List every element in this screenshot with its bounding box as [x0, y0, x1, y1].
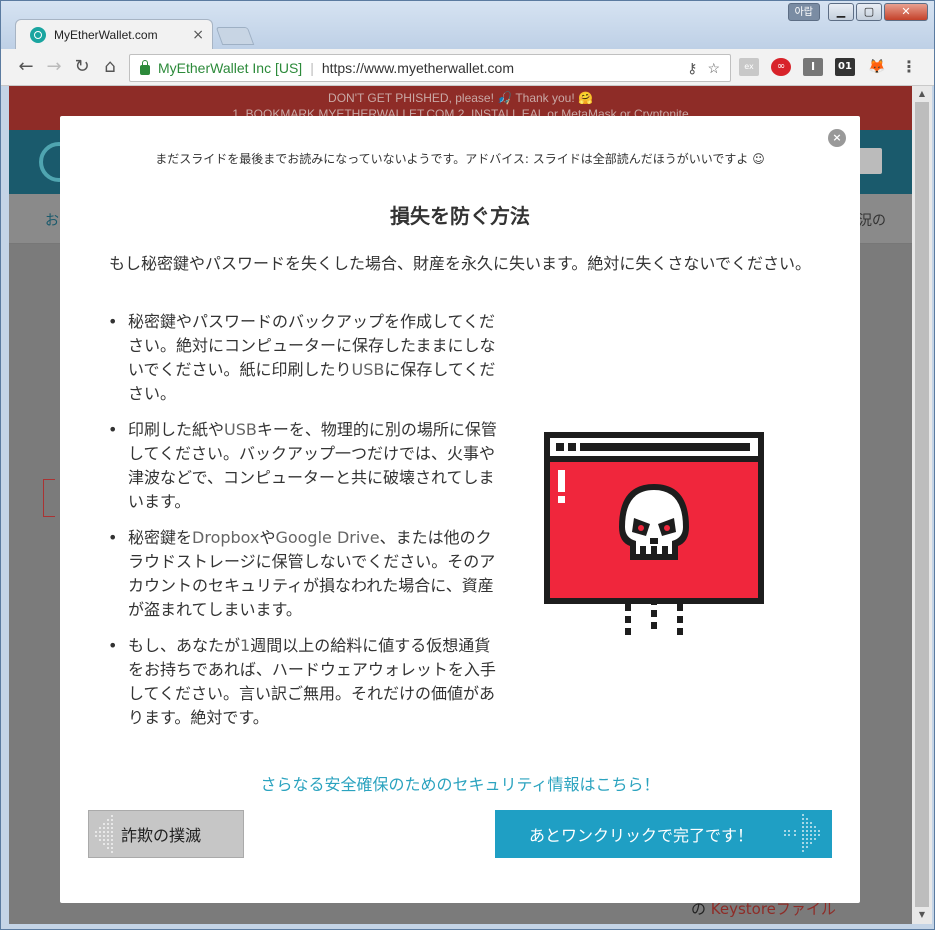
list-item: もし、あなたが1週間以上の給料に値する仮想通貨をお持ちであれば、ハードウェアウォ…	[106, 634, 506, 730]
url-separator: |	[310, 60, 314, 76]
scroll-up-arrow-icon[interactable]: ▲	[915, 87, 929, 101]
browser-tab[interactable]: MyEtherWallet.com ×	[15, 19, 213, 49]
tab-close-icon[interactable]: ×	[192, 27, 204, 43]
list-item: 秘密鍵やパスワードのバックアップを作成してください。絶対にコンピューターに保存し…	[106, 310, 506, 406]
security-info-link[interactable]: さらなる安全確保のためのセキュリティ情報はこちら！	[60, 771, 860, 795]
ex-extension-icon[interactable]: ex	[739, 58, 759, 76]
arrow-left-deco-icon	[95, 815, 113, 853]
i-extension-icon[interactable]: I	[803, 58, 823, 76]
browser-window: 아랍 ▁ ▢ ✕ MyEtherWallet.com × ← → ↻ ⌂ MyE…	[0, 0, 935, 930]
maximize-button[interactable]: ▢	[856, 3, 882, 21]
background-input-edge	[43, 479, 55, 517]
language-badge: 아랍	[787, 3, 820, 21]
list-item: 秘密鍵をDropboxやGoogle Drive、または他のクラウドストレージに…	[106, 526, 506, 622]
browser-menu-icon[interactable]: ⋮	[899, 58, 919, 76]
warning-line-1: DON'T GET PHISHED, please! 🎣 Thank you! …	[328, 91, 593, 105]
prev-slide-button[interactable]: 詐欺の撲滅	[88, 810, 244, 858]
modal-close-button[interactable]: ×	[828, 129, 846, 147]
advice-list: 秘密鍵やパスワードのバックアップを作成してください。絶対にコンピューターに保存し…	[106, 310, 506, 742]
forward-button[interactable]: →	[43, 57, 65, 79]
exclamation-bar	[558, 470, 565, 492]
binary-extension-icon[interactable]: 01	[835, 58, 855, 76]
exclamation-dot	[558, 496, 565, 503]
favicon-icon	[30, 26, 46, 43]
reload-button[interactable]: ↻	[71, 57, 93, 79]
new-tab-button[interactable]	[215, 27, 255, 45]
titlebar-dots	[556, 443, 750, 451]
url-text[interactable]: https://www.myetherwallet.com	[322, 60, 687, 76]
tab-title: MyEtherWallet.com	[54, 27, 158, 42]
site-nav-right: 況の	[858, 213, 886, 229]
list-item: 印刷した紙やUSBキーを、物理的に別の場所に保管してください。バックアップ一つだ…	[106, 418, 506, 514]
modal-advice-text: まだスライドを最後までお読みになっていないようです。アドバイス: スライドは全部…	[155, 152, 765, 166]
site-nav-left: お	[45, 213, 59, 229]
browser-toolbar: ← → ↻ ⌂ MyEtherWallet Inc [US] | https:/…	[1, 49, 934, 86]
scroll-thumb[interactable]	[915, 102, 929, 907]
lastpass-icon[interactable]: ∞	[771, 58, 791, 76]
close-window-button[interactable]: ✕	[884, 3, 928, 21]
window-controls: 아랍 ▁ ▢ ✕	[787, 3, 928, 21]
next-slide-label: あとワンクリックで完了です！	[529, 826, 754, 845]
prev-slide-label: 詐欺の撲滅	[121, 826, 202, 845]
title-bar: 아랍 ▁ ▢ ✕ MyEtherWallet.com ×	[1, 1, 934, 49]
scroll-down-arrow-icon[interactable]: ▼	[915, 908, 929, 922]
modal-title: 損失を防ぐ方法	[390, 204, 530, 228]
star-icon[interactable]: ☆	[707, 60, 720, 77]
back-button[interactable]: ←	[15, 57, 37, 79]
address-bar[interactable]: MyEtherWallet Inc [US] | https://www.mye…	[129, 54, 731, 82]
modal-intro: もし秘密鍵やパスワードを失くした場合、財産を永久に失います。絶対に失くさないでく…	[109, 254, 811, 273]
arrow-right-deco-icon	[784, 814, 820, 852]
key-icon[interactable]: ⚷	[687, 60, 697, 77]
lock-icon	[140, 60, 150, 75]
extension-icons: ex ∞ I 01 🦊 ⋮	[739, 58, 919, 76]
onboarding-modal: × まだスライドを最後までお読みになっていないようです。アドバイス: スライドは…	[60, 116, 860, 903]
metamask-fox-icon[interactable]: 🦊	[867, 58, 887, 76]
skull-computer-illustration	[544, 432, 764, 635]
ev-certificate-name[interactable]: MyEtherWallet Inc [US]	[158, 60, 302, 76]
home-button[interactable]: ⌂	[99, 57, 121, 79]
minimize-button[interactable]: ▁	[828, 3, 854, 21]
next-slide-button[interactable]: あとワンクリックで完了です！	[495, 810, 832, 858]
page-scrollbar[interactable]: ▲ ▼	[912, 86, 932, 924]
